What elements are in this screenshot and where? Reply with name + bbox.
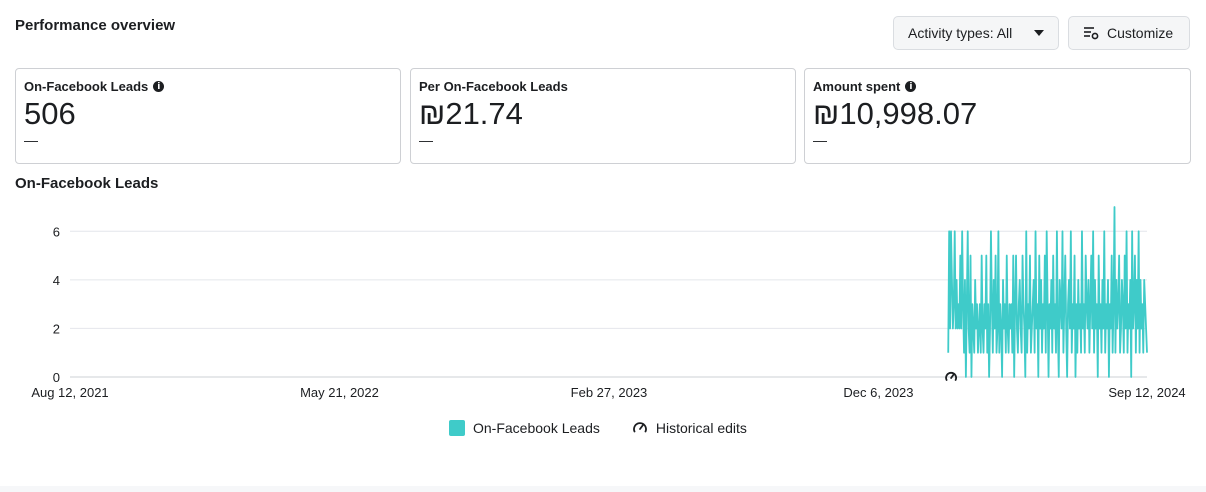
card-label-row: Amount spent i [813,79,1182,94]
x-tick-label: Feb 27, 2023 [571,385,648,400]
card-comparison: — [24,132,38,148]
x-tick-label: Sep 12, 2024 [1108,385,1185,400]
customize-button[interactable]: Customize [1068,16,1190,50]
card-comparison: — [813,132,827,148]
card-label: On-Facebook Leads [24,79,149,94]
historical-edit-marker-icon[interactable] [945,372,957,381]
metric-card-cost-per-lead[interactable]: Per On-Facebook Leads ₪21.74 — [410,68,796,164]
x-tick-label: Dec 6, 2023 [843,385,913,400]
y-axis-ticks: 0 2 4 6 [53,224,60,385]
chart-legend: On-Facebook Leads Historical edits [449,420,747,436]
legend-label: Historical edits [655,420,747,436]
legend-label: On-Facebook Leads [473,420,600,436]
activity-types-dropdown[interactable]: Activity types: All [893,16,1059,50]
card-label-row: Per On-Facebook Leads [419,79,787,94]
caret-down-icon [1034,30,1044,36]
customize-label: Customize [1107,25,1174,41]
historical-edits[interactable] [945,372,957,381]
series-line-on-facebook-leads [947,206,1148,378]
metric-card-leads[interactable]: On-Facebook Leads i 506 — [15,68,401,164]
y-tick-label: 0 [53,370,60,385]
card-value: ₪21.74 [419,96,523,131]
y-tick-label: 6 [53,224,60,239]
x-axis-ticks: Aug 12, 2021 May 21, 2022 Feb 27, 2023 Dec … [31,385,1185,400]
chart-title: On-Facebook Leads [15,175,159,192]
card-value: ₪10,998.07 [813,96,978,131]
info-icon[interactable]: i [905,81,917,92]
customize-icon [1084,27,1099,40]
chart-series [947,206,1148,378]
marker-arc [945,372,957,381]
historical-edits-icon [632,422,647,433]
page-title: Performance overview [15,17,176,34]
metric-card-amount-spent[interactable]: Amount spent i ₪10,998.07 — [804,68,1191,164]
card-label-row: On-Facebook Leads i [24,79,392,94]
y-tick-label: 4 [53,273,60,288]
card-label: Amount spent [813,79,901,94]
legend-item-leads[interactable]: On-Facebook Leads [449,420,600,436]
card-comparison: — [419,132,433,148]
footer-divider [0,486,1206,492]
leads-line-chart[interactable]: 0 2 4 6 Aug 12, 2021 May 21, 2022 Feb 27, 202… [0,200,1206,410]
legend-item-historical-edits[interactable]: Historical edits [632,420,747,436]
card-value: 506 [24,96,76,131]
card-label: Per On-Facebook Leads [419,79,568,94]
x-tick-label: May 21, 2022 [300,385,379,400]
x-tick-label: Aug 12, 2021 [31,385,108,400]
info-icon[interactable]: i [153,81,165,92]
legend-swatch [449,420,465,436]
activity-types-label: Activity types: All [908,25,1013,41]
y-tick-label: 2 [53,321,60,336]
